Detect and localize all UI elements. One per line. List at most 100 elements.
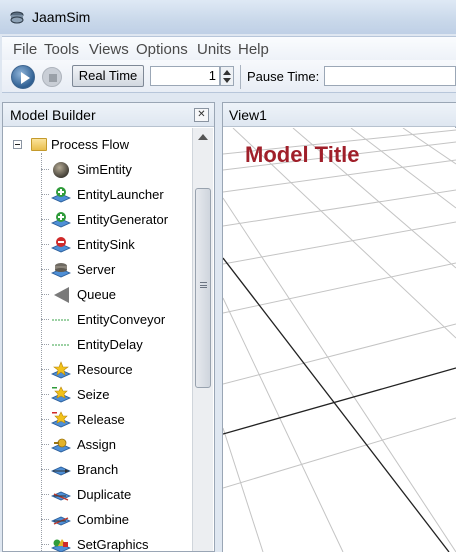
tree-connector (41, 169, 49, 170)
view-header: View1 (223, 103, 456, 127)
tree-connector (41, 319, 49, 320)
seize-icon (51, 386, 71, 403)
tree-item-server[interactable]: Server (41, 259, 191, 281)
scroll-up-icon[interactable] (198, 134, 208, 140)
grip-icon (200, 282, 207, 288)
view-window: View1 Model Title (222, 102, 456, 552)
real-time-toggle[interactable]: Real Time (72, 65, 144, 87)
combine-icon (51, 516, 71, 526)
tree-connector (41, 244, 49, 245)
tree-item-label: Assign (77, 437, 117, 452)
tree-connector (41, 394, 49, 395)
tree-connector (41, 219, 49, 220)
tree-node-label: Process Flow (51, 137, 130, 152)
tree-item-combine[interactable]: Combine (41, 509, 191, 531)
release-icon (51, 411, 71, 428)
pause-time-label: Pause Time: (247, 69, 320, 84)
stop-icon (49, 74, 57, 82)
tree-item-label: Release (77, 412, 125, 427)
tree-item-setgraphics[interactable]: SetGraphics (41, 534, 191, 552)
model-title-label: Model Title (245, 142, 360, 167)
tree-item-entityconveyor[interactable]: EntityConveyor (41, 309, 191, 331)
toolbar: Real Time 1 Pause Time: (2, 60, 456, 93)
tree-item-label: Seize (77, 387, 110, 402)
menu-file[interactable]: File (13, 41, 37, 58)
tree-item-assign[interactable]: Assign (41, 434, 191, 456)
tree-connector (41, 344, 49, 345)
tree-connector (41, 544, 49, 545)
tree-item-queue[interactable]: Queue (41, 284, 191, 306)
tree-guide-line (41, 153, 42, 552)
model-builder-title: Model Builder (10, 107, 96, 123)
tree-item-entitydelay[interactable]: EntityDelay (41, 334, 191, 356)
generator-icon (51, 212, 71, 228)
run-button[interactable] (11, 65, 35, 89)
sphere-icon (53, 162, 69, 178)
jaamsim-app-icon (10, 11, 24, 24)
tree-connector (41, 269, 49, 270)
tree-connector (41, 194, 49, 195)
tree-item-label: EntitySink (77, 237, 135, 252)
queue-icon (54, 287, 69, 303)
scrollbar-thumb[interactable] (195, 188, 211, 388)
stop-button[interactable] (42, 67, 62, 87)
setgraphics-icon (51, 539, 71, 552)
tree-item-simentity[interactable]: SimEntity (41, 159, 191, 181)
tree-item-entitysink[interactable]: EntitySink (41, 234, 191, 256)
menu-bar: File Tools Views Options Units Help (2, 36, 456, 60)
collapse-icon[interactable] (13, 140, 22, 149)
tree-item-label: EntityGenerator (77, 212, 169, 227)
tree-connector (41, 469, 49, 470)
tree-item-entitylauncher[interactable]: EntityLauncher (41, 184, 191, 206)
tree-item-label: Combine (77, 512, 130, 527)
view-title: View1 (229, 107, 267, 123)
palette-tree: Process Flow SimEntity EntityLauncher En… (3, 128, 191, 552)
menu-tools[interactable]: Tools (44, 41, 79, 58)
toolbar-separator (240, 65, 241, 89)
3d-view-canvas[interactable]: Model Title (223, 128, 456, 552)
speed-spinner[interactable] (220, 66, 234, 86)
tree-item-duplicate[interactable]: Duplicate (41, 484, 191, 506)
tree-scrollbar[interactable] (192, 128, 213, 551)
play-icon (21, 72, 30, 84)
tree-connector (41, 494, 49, 495)
sink-icon (51, 237, 71, 253)
model-builder-panel: Model Builder ✕ Process Flow SimEntity E… (2, 102, 215, 552)
tree-node-process-flow[interactable]: Process Flow (13, 137, 191, 155)
model-builder-header: Model Builder ✕ (3, 103, 214, 127)
folder-icon (31, 138, 47, 151)
window-title: JaamSim (32, 9, 91, 25)
tree-item-seize[interactable]: Seize (41, 384, 191, 406)
pause-time-input[interactable] (324, 66, 456, 86)
launcher-icon (51, 187, 71, 203)
menu-views[interactable]: Views (89, 41, 129, 58)
tree-connector (41, 294, 49, 295)
menu-help[interactable]: Help (238, 41, 269, 58)
delay-icon (52, 344, 70, 346)
server-icon (51, 263, 71, 278)
assign-icon (51, 438, 71, 453)
tree-connector (41, 444, 49, 445)
menu-units[interactable]: Units (197, 41, 231, 58)
conveyor-icon (52, 319, 70, 321)
spin-up-icon[interactable] (223, 70, 231, 75)
tree-connector (41, 519, 49, 520)
spin-down-icon[interactable] (223, 78, 231, 83)
title-bar: JaamSim (0, 0, 456, 34)
tree-item-label: Duplicate (77, 487, 132, 502)
menu-options[interactable]: Options (136, 41, 188, 58)
tree-item-resource[interactable]: Resource (41, 359, 191, 381)
branch-icon (51, 466, 71, 476)
close-icon[interactable]: ✕ (194, 108, 209, 122)
tree-item-release[interactable]: Release (41, 409, 191, 431)
tree-item-label: Branch (77, 462, 119, 477)
tree-item-label: EntityLauncher (77, 187, 164, 202)
duplicate-icon (51, 491, 71, 501)
tree-item-label: SetGraphics (77, 537, 149, 552)
tree-connector (41, 419, 49, 420)
tree-item-label: Server (77, 262, 116, 277)
speed-multiplier-input[interactable]: 1 (150, 66, 220, 86)
tree-item-entitygenerator[interactable]: EntityGenerator (41, 209, 191, 231)
tree-item-branch[interactable]: Branch (41, 459, 191, 481)
grid-plane (223, 128, 456, 552)
